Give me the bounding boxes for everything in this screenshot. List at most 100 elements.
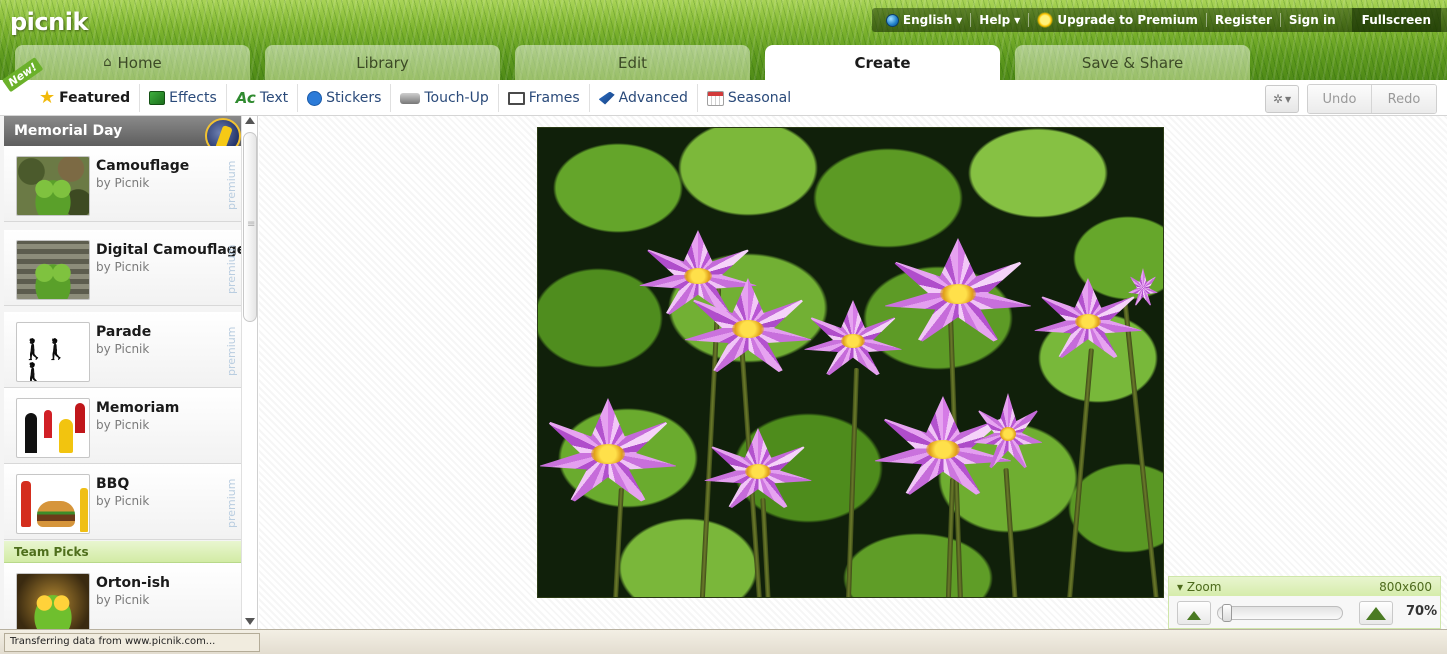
tab-create[interactable]: Create bbox=[765, 45, 1000, 80]
subtab-featured[interactable]: ★ Featured bbox=[30, 84, 141, 112]
premium-tag: premium bbox=[225, 478, 238, 528]
sidebar-scrollbar[interactable] bbox=[241, 116, 257, 629]
premium-tag: premium bbox=[225, 244, 238, 294]
undo-redo-group: Undo Redo bbox=[1307, 84, 1437, 114]
tab-create-label: Create bbox=[854, 54, 911, 72]
language-dropdown[interactable]: English ▼ bbox=[878, 13, 970, 27]
flower-stem bbox=[1067, 348, 1094, 597]
item-author: by Picnik bbox=[96, 176, 150, 190]
subtab-seasonal-label: Seasonal bbox=[727, 90, 792, 106]
scroll-thumb[interactable] bbox=[243, 132, 257, 322]
status-text: Transferring data from www.picnik.com... bbox=[4, 633, 260, 652]
lily-flower bbox=[538, 398, 678, 508]
help-label: Help bbox=[979, 13, 1011, 27]
list-item-camouflage[interactable]: Camouflage by Picnik premium bbox=[4, 146, 241, 222]
premium-tag: premium bbox=[225, 160, 238, 210]
flower-stem bbox=[845, 367, 860, 597]
seasonal-icon bbox=[706, 90, 724, 106]
top-navigation: English ▼ Help ▼ Upgrade to Premium Regi… bbox=[871, 8, 1447, 32]
header-banner: picnik English ▼ Help ▼ Upgrade to Premi… bbox=[0, 0, 1447, 80]
tab-edit[interactable]: Edit bbox=[515, 45, 750, 80]
memoriam-thumbnail bbox=[16, 398, 90, 458]
sign-in-link[interactable]: Sign in bbox=[1281, 13, 1344, 27]
settings-menu-button[interactable]: ✲ ▼ bbox=[1265, 85, 1299, 113]
upgrade-premium-link[interactable]: Upgrade to Premium bbox=[1029, 12, 1206, 28]
tab-library[interactable]: Library bbox=[265, 45, 500, 80]
list-item-bbq[interactable]: BBQ by Picnik premium bbox=[4, 464, 241, 540]
zoom-toggle[interactable]: ▾ Zoom bbox=[1177, 580, 1221, 594]
register-link[interactable]: Register bbox=[1207, 13, 1280, 27]
lily-flower bbox=[1033, 278, 1143, 363]
tab-home[interactable]: ⌂ Home bbox=[15, 45, 250, 80]
undo-button[interactable]: Undo bbox=[1308, 85, 1372, 113]
camouflage-thumbnail bbox=[16, 156, 90, 216]
browser-status-bar: Transferring data from www.picnik.com... bbox=[0, 629, 1447, 654]
item-author: by Picnik bbox=[96, 418, 150, 432]
zoom-out-button[interactable] bbox=[1177, 601, 1211, 625]
zoom-slider-thumb[interactable] bbox=[1222, 604, 1232, 622]
zoom-slider[interactable] bbox=[1217, 604, 1343, 622]
zoom-in-button[interactable] bbox=[1359, 601, 1393, 625]
frames-icon bbox=[507, 91, 525, 105]
subtab-featured-label: Featured bbox=[59, 90, 131, 106]
list-item-orton-ish[interactable]: Orton-ish by Picnik bbox=[4, 563, 241, 629]
gear-icon: ✲ bbox=[1272, 92, 1283, 106]
subtab-touch-up-label: Touch-Up bbox=[424, 90, 489, 106]
image-dimensions: 800x600 bbox=[1379, 579, 1432, 594]
item-title: Parade bbox=[96, 324, 152, 340]
lily-flower bbox=[683, 278, 813, 378]
subtab-seasonal[interactable]: Seasonal bbox=[698, 84, 800, 112]
photo-water-lilies[interactable] bbox=[537, 127, 1164, 598]
subtab-stickers[interactable]: Stickers bbox=[298, 84, 392, 112]
item-title: Camouflage bbox=[96, 158, 190, 174]
main-tabs: ⌂ Home Library Edit Create Save & Share bbox=[15, 45, 1250, 80]
help-dropdown[interactable]: Help ▼ bbox=[971, 13, 1028, 27]
tab-save-share-label: Save & Share bbox=[1081, 53, 1184, 72]
subtab-text-label: Text bbox=[259, 90, 289, 106]
subtab-text[interactable]: Ac Text bbox=[227, 84, 299, 112]
mountain-large-icon bbox=[1366, 607, 1386, 620]
effects-icon bbox=[149, 91, 166, 105]
subtab-frames[interactable]: Frames bbox=[499, 84, 590, 112]
fullscreen-button[interactable]: Fullscreen bbox=[1351, 8, 1441, 32]
lily-flower bbox=[973, 393, 1043, 473]
item-author: by Picnik bbox=[96, 593, 150, 607]
picnik-logo[interactable]: picnik bbox=[10, 8, 88, 36]
toolbar-actions: ✲ ▼ Undo Redo bbox=[1265, 84, 1437, 114]
subtab-frames-label: Frames bbox=[528, 90, 580, 106]
star-icon: ★ bbox=[39, 87, 56, 108]
redo-button[interactable]: Redo bbox=[1372, 85, 1436, 113]
create-subtabs: ★ Featured Effects Ac Text Stickers Touc… bbox=[30, 84, 800, 112]
subtab-touch-up[interactable]: Touch-Up bbox=[391, 84, 499, 112]
item-author: by Picnik bbox=[96, 260, 150, 274]
canvas-area[interactable] bbox=[259, 116, 1447, 629]
zoom-label: Zoom bbox=[1186, 579, 1222, 594]
item-title: Memoriam bbox=[96, 400, 180, 416]
item-title: BBQ bbox=[96, 476, 130, 492]
tab-library-label: Library bbox=[356, 53, 409, 72]
tab-save-share[interactable]: Save & Share bbox=[1015, 45, 1250, 80]
list-item-digital-camouflage[interactable]: Digital Camouflage by Picnik premium bbox=[4, 230, 246, 306]
section-header-team-picks: Team Picks bbox=[4, 541, 241, 563]
scroll-up-arrow-icon[interactable] bbox=[245, 117, 255, 124]
globe-icon bbox=[885, 13, 899, 27]
touchup-icon bbox=[400, 92, 421, 104]
list-item-memoriam[interactable]: Memoriam by Picnik bbox=[4, 388, 241, 464]
flower-stem bbox=[760, 497, 771, 597]
zoom-header[interactable]: ▾ Zoom 800x600 bbox=[1169, 577, 1440, 596]
item-title: Orton-ish bbox=[96, 575, 170, 591]
chevron-down-icon: ▼ bbox=[956, 15, 963, 25]
create-toolbar: New! ★ Featured Effects Ac Text Stickers… bbox=[0, 57, 1447, 116]
scroll-down-arrow-icon[interactable] bbox=[245, 618, 255, 625]
mountain-small-icon bbox=[1187, 611, 1201, 620]
home-icon: ⌂ bbox=[103, 55, 112, 70]
language-label: English bbox=[902, 13, 953, 27]
subtab-advanced[interactable]: Advanced bbox=[590, 84, 698, 112]
text-icon: Ac bbox=[235, 88, 256, 107]
advanced-icon bbox=[598, 91, 615, 105]
subtab-effects[interactable]: Effects bbox=[140, 84, 227, 112]
list-item-parade[interactable]: Parade by Picnik premium bbox=[4, 312, 241, 388]
subtab-advanced-label: Advanced bbox=[618, 90, 688, 106]
flower-stem bbox=[1003, 467, 1018, 597]
bbq-thumbnail bbox=[16, 474, 90, 534]
